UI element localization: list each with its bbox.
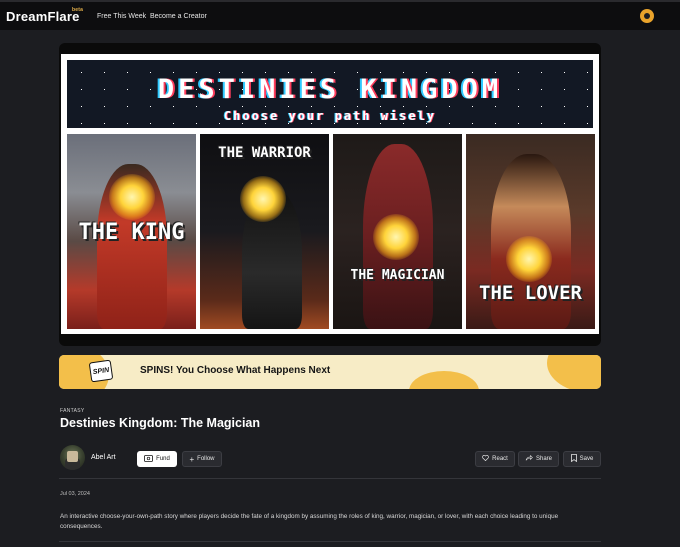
logo-text: DreamFlare bbox=[6, 9, 80, 24]
banner-decoration bbox=[409, 371, 479, 389]
beta-badge: beta bbox=[72, 7, 84, 13]
card-lover: THE LOVER bbox=[466, 134, 595, 329]
story-category: FANTASY bbox=[60, 408, 85, 414]
card-lover-caption: THE LOVER bbox=[479, 282, 582, 304]
card-warrior-caption: THE WARRIOR bbox=[218, 145, 311, 161]
fund-label: Fund bbox=[156, 456, 170, 462]
author-name[interactable]: Abel Art bbox=[91, 454, 116, 461]
save-button[interactable]: Save bbox=[563, 451, 601, 467]
share-icon bbox=[525, 454, 533, 463]
spins-banner[interactable]: SPIN SPINS! You Choose What Happens Next bbox=[59, 355, 601, 389]
plus-icon: + bbox=[189, 454, 195, 464]
author-avatar[interactable] bbox=[60, 445, 85, 470]
spins-banner-text: SPINS! You Choose What Happens Next bbox=[140, 365, 331, 376]
follow-button[interactable]: + Follow bbox=[182, 451, 222, 467]
card-warrior: THE WARRIOR bbox=[200, 134, 329, 329]
heart-icon bbox=[482, 455, 489, 463]
story-title: Destinies Kingdom: The Magician bbox=[60, 416, 261, 430]
spin-badge-icon: SPIN bbox=[88, 359, 114, 383]
react-label: React bbox=[492, 456, 508, 462]
fund-button[interactable]: Fund bbox=[137, 451, 177, 467]
share-button[interactable]: Share bbox=[518, 451, 559, 467]
share-label: Share bbox=[535, 456, 552, 462]
fund-icon bbox=[144, 454, 154, 464]
story-description: An interactive choose-your-own-path stor… bbox=[60, 513, 559, 530]
banner-decoration bbox=[547, 355, 601, 389]
publish-date: Jul 03, 2024 bbox=[60, 491, 90, 497]
card-magician: THE MAGICIAN bbox=[333, 134, 462, 329]
card-king-caption: THE KING bbox=[78, 220, 185, 245]
divider bbox=[59, 541, 601, 542]
cover-subtitle: Choose your path wisely bbox=[223, 109, 437, 123]
cover-title-panel: DESTINIES KINGDOM Choose your path wisel… bbox=[67, 60, 593, 128]
cover-frame: DESTINIES KINGDOM Choose your path wisel… bbox=[61, 54, 599, 334]
top-nav-bar: DreamFlare beta Free This Week Become a … bbox=[0, 0, 680, 30]
user-avatar-icon[interactable] bbox=[640, 9, 654, 23]
divider bbox=[59, 478, 601, 479]
dreamflare-logo[interactable]: DreamFlare beta bbox=[6, 7, 84, 24]
bookmark-icon bbox=[570, 454, 577, 464]
nav-become-creator[interactable]: Become a Creator bbox=[150, 13, 207, 20]
card-king: THE KING bbox=[67, 134, 196, 329]
cover-image: DESTINIES KINGDOM Choose your path wisel… bbox=[59, 43, 601, 346]
cover-title: DESTINIES KINGDOM bbox=[157, 74, 503, 105]
react-button[interactable]: React bbox=[475, 451, 515, 467]
nav-free-this-week[interactable]: Free This Week bbox=[97, 13, 146, 20]
save-label: Save bbox=[579, 456, 594, 462]
card-magician-caption: THE MAGICIAN bbox=[350, 268, 445, 283]
follow-label: Follow bbox=[197, 456, 215, 462]
